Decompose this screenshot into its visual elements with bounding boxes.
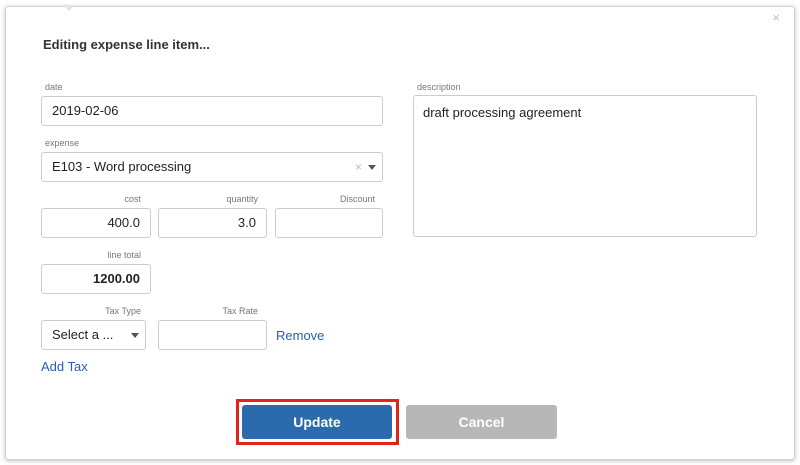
cost-label: cost [124,194,141,204]
discount-label: Discount [339,194,375,204]
expense-select-value: E103 - Word processing [52,159,192,174]
clear-icon[interactable]: × [355,153,362,181]
expense-select[interactable]: E103 - Word processing × [41,152,383,182]
description-label: description [417,82,461,92]
dialog-title: Editing expense line item... [43,37,210,52]
tax-type-label: Tax Type [105,306,141,316]
quantity-field[interactable]: 3.0 [158,208,267,238]
close-icon[interactable]: × [772,11,780,25]
chevron-down-icon[interactable] [368,165,376,170]
line-total-field: 1200.00 [41,264,151,294]
remove-tax-link[interactable]: Remove [276,328,324,343]
tax-type-select-value: Select a ... [52,327,114,342]
expense-label: expense [45,138,80,148]
update-button[interactable]: Update [242,405,392,439]
description-textarea[interactable]: draft processing agreement [413,95,757,237]
quantity-label: quantity [226,194,258,204]
discount-field[interactable] [275,208,383,238]
tax-rate-field[interactable] [158,320,267,350]
date-label: date [45,82,63,92]
tax-rate-label: Tax Rate [222,306,258,316]
line-total-label: line total [107,250,141,260]
tax-type-select[interactable]: Select a ... [41,320,146,350]
date-field[interactable]: 2019-02-06 [41,96,383,126]
add-tax-link[interactable]: Add Tax [41,359,88,374]
cancel-button[interactable]: Cancel [406,405,557,439]
chevron-down-icon[interactable] [131,333,139,338]
dialog-notch [63,5,75,11]
cost-field[interactable]: 400.0 [41,208,151,238]
